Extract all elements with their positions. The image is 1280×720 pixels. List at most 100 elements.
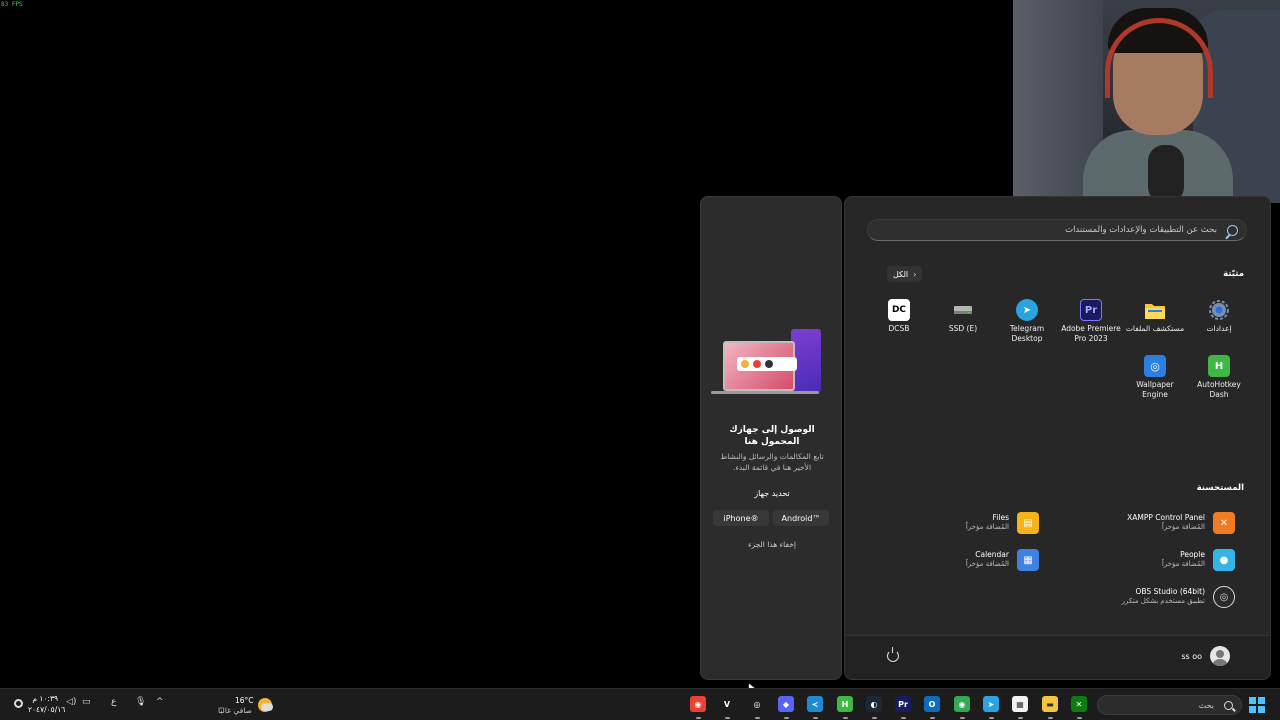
steam-icon[interactable]: ◐ <box>866 696 882 712</box>
dcsb-icon: DC <box>888 299 910 321</box>
autohotkey-icon[interactable]: H <box>837 696 853 712</box>
taskbar-search-box[interactable]: بحث <box>1097 695 1242 715</box>
gear-icon[interactable] <box>14 699 23 708</box>
recommended-sub: المُضافة مؤخراً <box>965 523 1009 531</box>
weather-temperature: 16°C <box>235 696 254 705</box>
clock-date: ٢٠٤٧/٠٥/١٦ <box>28 705 66 714</box>
premiere-icon[interactable]: Pr <box>895 696 911 712</box>
network-icon[interactable]: ▭ <box>82 697 91 707</box>
start-menu: بحث عن التطبيقات والإعدادات والمستندات م… <box>844 196 1271 680</box>
running-indicator <box>784 717 789 719</box>
wallpaper-engine-icon: ◎ <box>1144 355 1166 377</box>
recommended-item-files[interactable]: ▤ Files المُضافة مؤخراً <box>905 511 1039 539</box>
choose-device-label: تحديد جهاز <box>754 489 790 498</box>
obs-icon[interactable]: ◎ <box>749 696 765 712</box>
premiere-icon: Pr <box>1080 299 1102 321</box>
phone-link-illustration <box>711 327 821 395</box>
xampp-icon: ✕ <box>1213 512 1235 534</box>
running-indicator <box>1077 717 1082 719</box>
language-indicator[interactable]: ع <box>111 697 116 707</box>
running-indicator <box>901 717 906 719</box>
store-icon[interactable]: ▦ <box>1012 696 1028 712</box>
volume-icon[interactable]: ◁) <box>66 697 76 707</box>
recommended-item-xampp[interactable]: ✕ XAMPP Control Panel المُضافة مؤخراً <box>1085 511 1235 539</box>
hide-section-link[interactable]: إخفاء هذا الجزء <box>711 540 833 549</box>
running-indicator <box>989 717 994 719</box>
obs-icon: ◎ <box>1213 586 1235 608</box>
app-label: Telegram Desktop <box>1009 324 1045 343</box>
file-explorer-icon[interactable]: ▬ <box>1042 696 1058 712</box>
pinned-app-settings[interactable]: إعدادات <box>1187 299 1251 334</box>
all-apps-button[interactable]: الكل › <box>887 266 923 282</box>
recommended-item-obs[interactable]: ◎ OBS Studio (64bit) تطبيق مستخدم بشكل م… <box>1085 585 1235 613</box>
chevron-right-icon: › <box>913 269 917 279</box>
recommended-item-people[interactable]: ● People المُضافة مؤخراً <box>1085 548 1235 576</box>
app-label: SSD (E) <box>948 324 978 333</box>
vegas-icon[interactable]: V <box>719 696 735 712</box>
running-indicator <box>813 717 818 719</box>
app-label: Adobe Premiere Pro 2023 <box>1061 324 1121 343</box>
chrome-icon[interactable]: ◉ <box>690 696 706 712</box>
phone-link-description: تابع المكالمات والرسائل والنشاط الأخير ه… <box>720 452 824 472</box>
search-icon <box>1224 700 1233 710</box>
discord-icon[interactable]: ◆ <box>778 696 794 712</box>
chrome-icon[interactable]: ◉ <box>954 696 970 712</box>
start-search-placeholder: بحث عن التطبيقات والإعدادات والمستندات <box>1065 225 1217 235</box>
pinned-app-dcsb[interactable]: DC DCSB <box>867 299 931 334</box>
pinned-app-premiere[interactable]: Pr Adobe Premiere Pro 2023 <box>1059 299 1123 344</box>
phone-link-panel: الوصول إلى جهازك المحمول هنا تابع المكال… <box>700 196 842 680</box>
xbox-icon[interactable]: ✕ <box>1071 696 1087 712</box>
recommended-name: Calendar <box>975 550 1009 559</box>
pinned-app-autohotkey[interactable]: H AutoHotkey Dash <box>1187 355 1251 400</box>
app-label: DCSB <box>888 324 910 333</box>
app-label: Wallpaper Engine <box>1136 380 1174 399</box>
pinned-app-wallpaper-engine[interactable]: ◎ Wallpaper Engine <box>1123 355 1187 400</box>
recommended-item-calendar[interactable]: ▦ Calendar المُضافة مؤخراً <box>905 548 1039 576</box>
telegram-icon: ➤ <box>1016 299 1038 321</box>
recommended-sub: تطبيق مستخدم بشكل متكرر <box>1121 597 1205 605</box>
chevron-up-icon[interactable]: ^ <box>156 697 164 707</box>
running-indicator <box>725 717 730 719</box>
app-label: AutoHotkey Dash <box>1197 380 1241 399</box>
pinned-app-ssd[interactable]: SSD (E) <box>931 299 995 334</box>
user-name[interactable]: ss oo <box>1181 652 1202 661</box>
weather-condition: صافي غالبًا <box>218 706 252 715</box>
autohotkey-icon: H <box>1208 355 1230 377</box>
android-button[interactable]: Android™ <box>773 510 829 526</box>
start-button[interactable] <box>1249 697 1265 713</box>
clock[interactable]: ١٠:٣٩ م ٢٠٤٧/٠٥/١٦ <box>28 693 66 715</box>
pinned-app-telegram[interactable]: ➤ Telegram Desktop <box>995 299 1059 344</box>
pinned-title: مثبّتة <box>1223 269 1244 279</box>
taskbar: بحث ◉ V ◎ ◆ ≺ H ◐ Pr O ◉ ➤ ▦ ▬ ✕ 16°C صافي غالبًا ^ 🎙… <box>0 688 1280 720</box>
recommended-sub: المُضافة مؤخراً <box>1161 523 1205 531</box>
running-indicator <box>696 717 701 719</box>
weather-widget[interactable]: 16°C صافي غالبًا <box>218 693 278 717</box>
clock-time: ١٠:٣٩ م <box>32 694 58 703</box>
user-avatar[interactable] <box>1210 646 1230 666</box>
recommended-sub: المُضافة مؤخراً <box>1161 560 1205 568</box>
microphone-icon[interactable]: 🎙 <box>135 697 146 707</box>
drive-icon <box>952 299 974 321</box>
start-search-box[interactable]: بحث عن التطبيقات والإعدادات والمستندات <box>867 219 1247 241</box>
telegram-icon[interactable]: ➤ <box>983 696 999 712</box>
files-icon: ▤ <box>1017 512 1039 534</box>
fps-counter: 83 FPS <box>1 1 23 8</box>
people-icon: ● <box>1213 549 1235 571</box>
calendar-icon: ▦ <box>1017 549 1039 571</box>
pinned-app-file-explorer[interactable]: مستكشف الملفات <box>1123 299 1187 334</box>
vscode-icon[interactable]: ≺ <box>807 696 823 712</box>
weather-partly-cloudy-icon <box>258 698 273 712</box>
phone-link-title: الوصول إلى جهازك المحمول هنا <box>729 425 815 447</box>
recommended-sub: المُضافة مؤخراً <box>965 560 1009 568</box>
running-indicator <box>843 717 848 719</box>
recommended-name: People <box>1180 550 1205 559</box>
taskbar-search-placeholder: بحث <box>1198 700 1214 710</box>
running-indicator <box>1048 717 1053 719</box>
running-indicator <box>930 717 935 719</box>
running-indicator <box>755 717 760 719</box>
recommended-title: المستحسنة <box>1196 483 1244 493</box>
iphone-button[interactable]: iPhone® <box>713 510 769 526</box>
recommended-name: OBS Studio (64bit) <box>1135 587 1205 596</box>
power-icon[interactable] <box>887 647 899 662</box>
outlook-icon[interactable]: O <box>924 696 940 712</box>
